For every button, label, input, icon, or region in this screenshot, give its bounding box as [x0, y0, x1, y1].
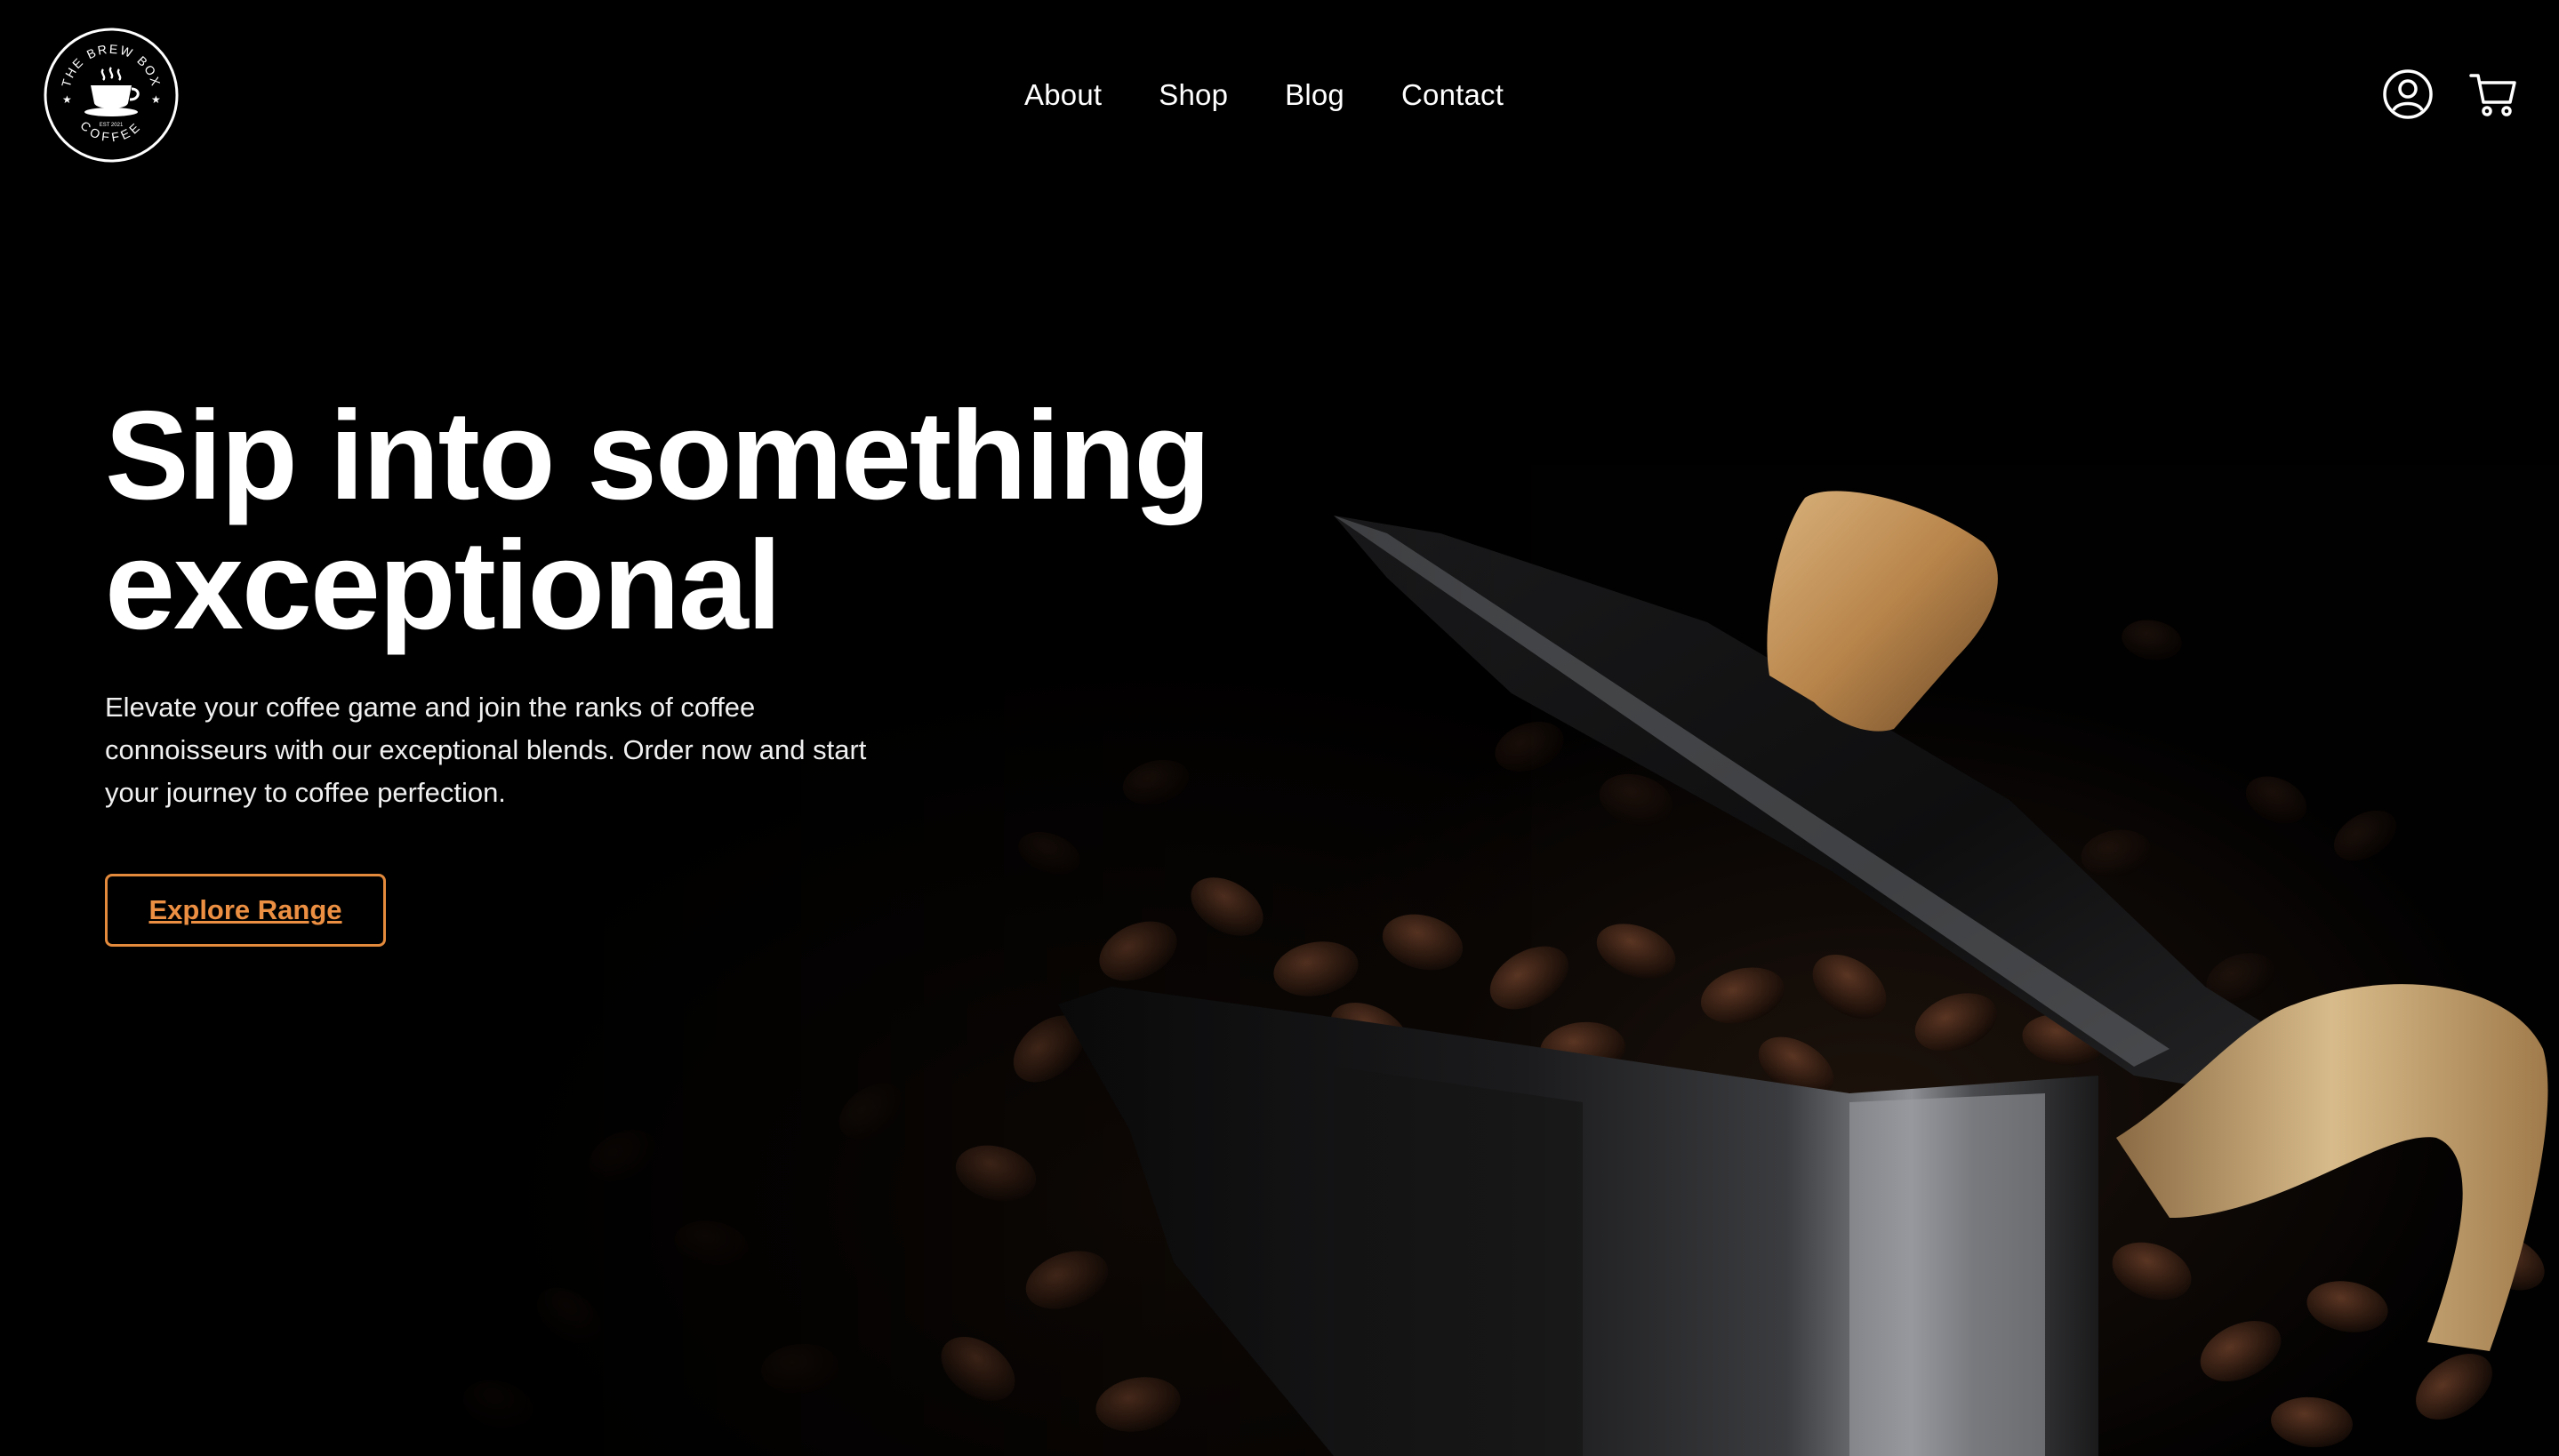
nav-item-contact[interactable]: Contact [1401, 78, 1504, 112]
nav-item-blog[interactable]: Blog [1285, 78, 1344, 112]
cart-icon [2469, 74, 2516, 116]
logo-top-text: THE BREW BOX [59, 42, 162, 89]
coffee-cup-logo-icon: THE BREW BOX COFFEE EST 2021 ★ ★ [44, 28, 179, 163]
brand-logo[interactable]: THE BREW BOX COFFEE EST 2021 ★ ★ [43, 27, 180, 164]
hero-headline-line-2: exceptional [105, 515, 782, 656]
hero-headline: Sip into something exceptional [105, 391, 1350, 651]
header-actions [2381, 68, 2520, 121]
hero-subtext: Elevate your coffee game and join the ra… [105, 692, 867, 808]
svg-text:★: ★ [62, 93, 72, 106]
svg-text:THE BREW BOX: THE BREW BOX [59, 42, 164, 89]
account-icon [2383, 69, 2433, 119]
svg-text:★: ★ [151, 93, 161, 106]
hero-content: Sip into something exceptional Elevate y… [105, 391, 1350, 947]
logo-established-text: EST 2021 [100, 123, 124, 128]
site-header: THE BREW BOX COFFEE EST 2021 ★ ★ About S… [0, 0, 2559, 196]
nav-item-shop[interactable]: Shop [1159, 78, 1228, 112]
cart-button[interactable] [2467, 68, 2520, 121]
account-button[interactable] [2381, 68, 2435, 121]
hero-headline-line-1: Sip into something [105, 385, 1211, 526]
explore-range-button[interactable]: Explore Range [105, 874, 386, 947]
main-nav: About Shop Blog Contact [1024, 78, 1504, 112]
nav-item-about[interactable]: About [1024, 78, 1102, 112]
